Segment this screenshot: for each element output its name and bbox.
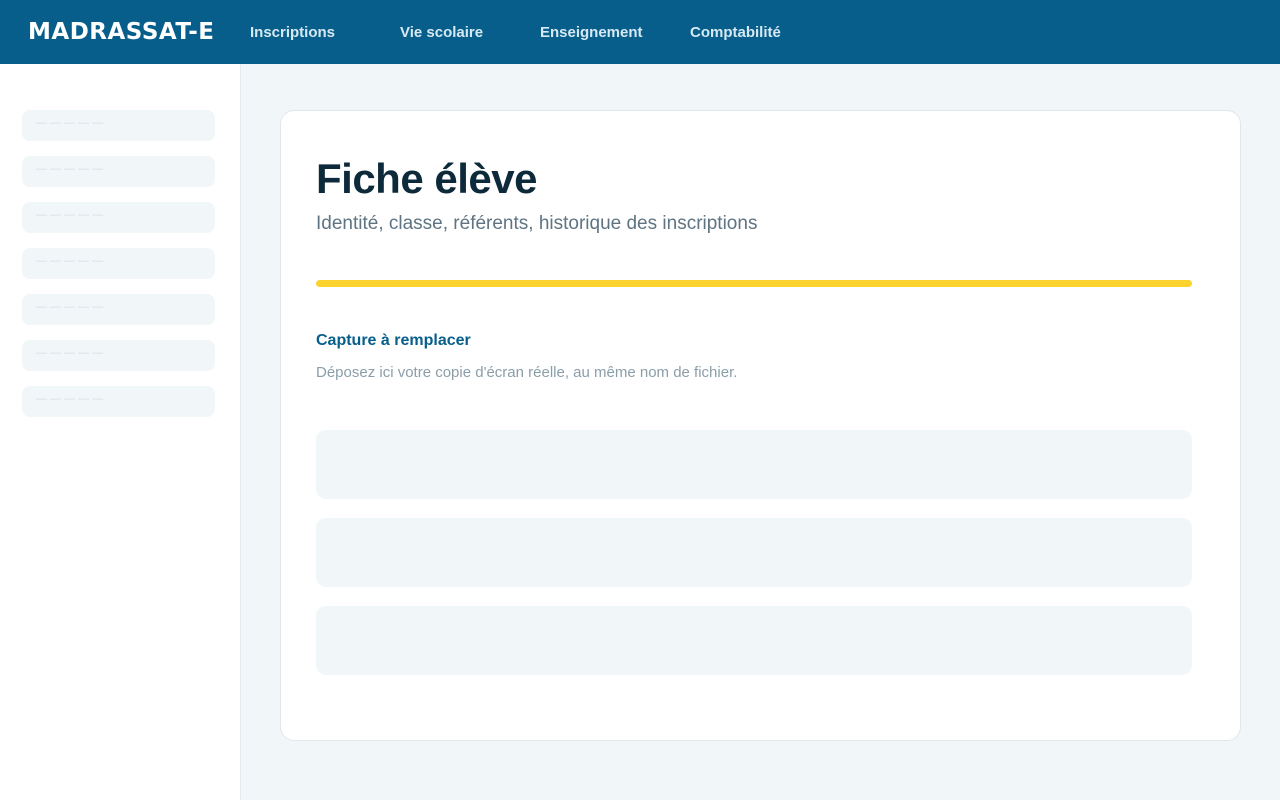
page-title: Fiche élève — [316, 155, 537, 202]
sidebar-item-3[interactable]: — — — — — — [22, 202, 215, 233]
content-placeholder — [316, 430, 1192, 499]
nav-comptabilite[interactable]: Comptabilité — [690, 24, 781, 41]
sidebar-item-2[interactable]: — — — — — — [22, 156, 215, 187]
sidebar-item-label: — — — — — — [36, 117, 104, 129]
capture-instructions: Déposez ici votre copie d'écran réelle, … — [316, 364, 738, 381]
sidebar-item-1[interactable]: — — — — — — [22, 110, 215, 141]
content-placeholder — [316, 606, 1192, 675]
sidebar-item-label: — — — — — — [36, 393, 104, 405]
sidebar-item-label: — — — — — — [36, 163, 104, 175]
nav-enseignement[interactable]: Enseignement — [540, 24, 643, 41]
sidebar-item-label: — — — — — — [36, 301, 104, 313]
nav-inscriptions[interactable]: Inscriptions — [250, 24, 335, 41]
student-card: Fiche élève Identité, classe, référents,… — [280, 110, 1241, 741]
brand-logo[interactable]: MADRASSAT-E — [28, 19, 214, 45]
accent-divider — [316, 280, 1192, 287]
capture-title: Capture à remplacer — [316, 332, 471, 349]
top-navbar: MADRASSAT-E Inscriptions Vie scolaire En… — [0, 0, 1280, 64]
sidebar-item-label: — — — — — — [36, 347, 104, 359]
nav-vie-scolaire[interactable]: Vie scolaire — [400, 24, 483, 41]
sidebar-item-label: — — — — — — [36, 255, 104, 267]
sidebar-item-5[interactable]: — — — — — — [22, 294, 215, 325]
sidebar-item-label: — — — — — — [36, 209, 104, 221]
sidebar-item-4[interactable]: — — — — — — [22, 248, 215, 279]
content-placeholder — [316, 518, 1192, 587]
sidebar: — — — — — — — — — — — — — — — — — — — — … — [0, 64, 241, 800]
sidebar-item-7[interactable]: — — — — — — [22, 386, 215, 417]
page-subtitle: Identité, classe, référents, historique … — [316, 213, 758, 234]
sidebar-item-6[interactable]: — — — — — — [22, 340, 215, 371]
